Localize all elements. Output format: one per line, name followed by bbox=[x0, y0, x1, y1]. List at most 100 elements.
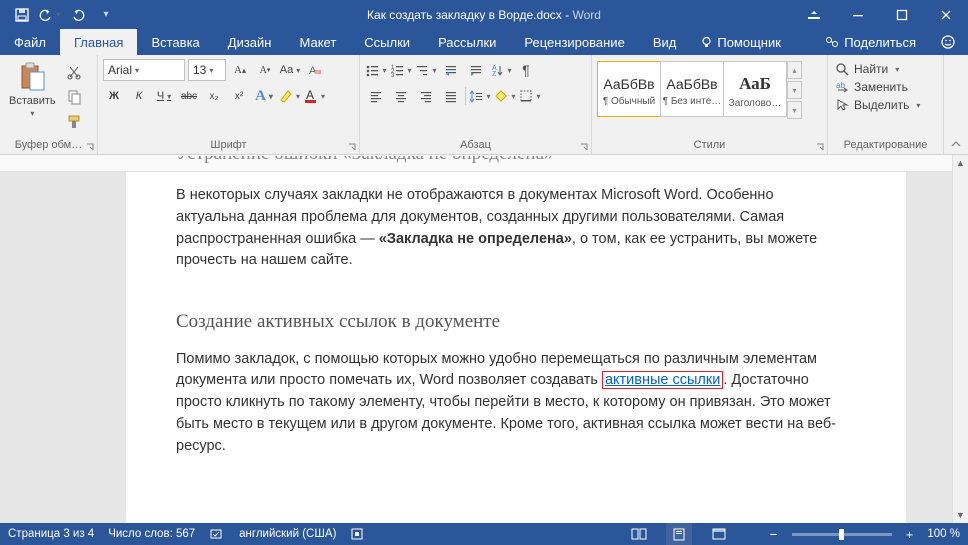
zoom-out-icon[interactable]: − bbox=[770, 526, 778, 542]
read-mode-icon[interactable] bbox=[626, 523, 652, 545]
styles-scroll-up-icon[interactable]: ▴ bbox=[787, 61, 802, 79]
tab-view[interactable]: Вид bbox=[639, 29, 691, 55]
paragraph[interactable]: В некоторых случаях закладки не отобража… bbox=[176, 185, 846, 272]
bullets-icon[interactable] bbox=[365, 59, 387, 81]
hyperlink[interactable]: активные ссылки bbox=[602, 371, 723, 389]
tab-insert[interactable]: Вставка bbox=[137, 29, 213, 55]
underline-button[interactable]: Ч bbox=[153, 85, 175, 107]
font-name-combo[interactable]: Arial bbox=[103, 59, 185, 81]
shrink-font-icon[interactable]: A▾ bbox=[254, 59, 276, 81]
italic-button[interactable]: К bbox=[128, 85, 150, 107]
justify-icon[interactable] bbox=[440, 85, 462, 107]
group-clipboard: Вставить ▾ Буфер обм… bbox=[0, 55, 98, 154]
redo-icon[interactable] bbox=[64, 0, 92, 29]
vertical-scrollbar[interactable]: ▲ ▼ bbox=[952, 155, 968, 523]
heading[interactable]: Создание активных ссылок в документе bbox=[176, 308, 846, 337]
strikethrough-button[interactable]: abc bbox=[178, 85, 200, 107]
save-icon[interactable] bbox=[8, 0, 36, 29]
collapse-ribbon-icon[interactable] bbox=[944, 55, 968, 154]
heading-cutoff: Устранение ошибки «Закладка не определен… bbox=[176, 156, 846, 168]
group-label: Шрифт bbox=[210, 139, 246, 151]
tab-design[interactable]: Дизайн bbox=[214, 29, 286, 55]
line-spacing-icon[interactable] bbox=[469, 85, 491, 107]
tab-home[interactable]: Главная bbox=[60, 29, 137, 55]
borders-icon[interactable] bbox=[519, 85, 541, 107]
sort-icon[interactable]: AZ bbox=[490, 59, 512, 81]
scroll-up-icon[interactable]: ▲ bbox=[953, 155, 968, 171]
font-color-icon[interactable]: A bbox=[303, 85, 325, 107]
group-label: Редактирование bbox=[844, 139, 928, 151]
document-filename: Как создать закладку в Ворде.docx bbox=[367, 8, 562, 22]
style-normal[interactable]: АаБбВв¶ Обычный bbox=[597, 61, 661, 117]
decrease-indent-icon[interactable] bbox=[440, 59, 462, 81]
grow-font-icon[interactable]: A▴ bbox=[229, 59, 251, 81]
maximize-icon[interactable] bbox=[880, 0, 924, 29]
tell-me[interactable]: Помощник bbox=[690, 29, 791, 55]
superscript-button[interactable]: x² bbox=[228, 85, 250, 107]
cut-icon[interactable] bbox=[63, 61, 85, 83]
tab-review[interactable]: Рецензирование bbox=[510, 29, 638, 55]
change-case-icon[interactable]: Aa bbox=[279, 59, 301, 81]
text-effects-icon[interactable]: A bbox=[253, 85, 275, 107]
page: Устранение ошибки «Закладка не определен… bbox=[126, 155, 906, 523]
style-heading1[interactable]: АаБЗаголово… bbox=[723, 61, 787, 117]
paste-icon bbox=[16, 61, 48, 93]
styles-scroll-down-icon[interactable]: ▾ bbox=[787, 81, 802, 99]
group-styles: АаБбВв¶ Обычный АаБбВв¶ Без инте… АаБЗаг… bbox=[592, 55, 828, 154]
group-label: Стили bbox=[694, 139, 726, 151]
dialog-launcher-icon[interactable] bbox=[85, 142, 95, 152]
svg-text:Z: Z bbox=[492, 71, 497, 77]
copy-icon[interactable] bbox=[63, 86, 85, 108]
align-left-icon[interactable] bbox=[365, 85, 387, 107]
web-layout-icon[interactable] bbox=[706, 523, 732, 545]
clear-format-icon[interactable]: A bbox=[304, 59, 326, 81]
numbering-icon[interactable]: 123 bbox=[390, 59, 412, 81]
print-layout-icon[interactable] bbox=[666, 523, 692, 545]
shading-icon[interactable] bbox=[494, 85, 516, 107]
increase-indent-icon[interactable] bbox=[465, 59, 487, 81]
format-painter-icon[interactable] bbox=[63, 111, 85, 133]
highlight-icon[interactable] bbox=[278, 85, 300, 107]
dialog-launcher-icon[interactable] bbox=[579, 142, 589, 152]
style-no-spacing[interactable]: АаБбВв¶ Без инте… bbox=[660, 61, 724, 117]
qat-dropdown-icon[interactable]: ▾ bbox=[92, 0, 120, 29]
paragraph[interactable]: Помимо закладок, с помощью которых можно… bbox=[176, 349, 846, 458]
word-count[interactable]: Число слов: 567 bbox=[108, 528, 195, 540]
zoom-level[interactable]: 100 % bbox=[927, 528, 960, 540]
align-right-icon[interactable] bbox=[415, 85, 437, 107]
bold-button[interactable]: Ж bbox=[103, 85, 125, 107]
page-indicator[interactable]: Страница 3 из 4 bbox=[8, 528, 94, 540]
ribbon-options-icon[interactable] bbox=[792, 0, 836, 29]
macro-icon[interactable] bbox=[350, 527, 364, 541]
feedback-icon[interactable] bbox=[928, 34, 968, 50]
scroll-down-icon[interactable]: ▼ bbox=[953, 507, 968, 523]
show-marks-icon[interactable]: ¶ bbox=[515, 59, 537, 81]
share-button[interactable]: Поделиться bbox=[813, 35, 928, 50]
share-icon bbox=[825, 35, 839, 49]
styles-more-icon[interactable]: ▾ bbox=[787, 101, 802, 119]
minimize-icon[interactable] bbox=[836, 0, 880, 29]
tab-layout[interactable]: Макет bbox=[285, 29, 350, 55]
tab-file[interactable]: Файл bbox=[0, 29, 60, 55]
zoom-slider[interactable] bbox=[792, 533, 892, 536]
find-button[interactable]: Найти▾ bbox=[833, 61, 922, 77]
group-font: Arial 13 A▴ A▾ Aa A Ж К Ч abc x₂ x² A A … bbox=[98, 55, 360, 154]
font-size-combo[interactable]: 13 bbox=[188, 59, 226, 81]
dialog-launcher-icon[interactable] bbox=[347, 142, 357, 152]
tab-mailings[interactable]: Рассылки bbox=[424, 29, 510, 55]
subscript-button[interactable]: x₂ bbox=[203, 85, 225, 107]
multilevel-list-icon[interactable] bbox=[415, 59, 437, 81]
zoom-in-icon[interactable]: + bbox=[906, 527, 914, 542]
select-button[interactable]: Выделить▾ bbox=[833, 97, 922, 113]
tab-references[interactable]: Ссылки bbox=[350, 29, 424, 55]
document-canvas[interactable]: Устранение ошибки «Закладка не определен… bbox=[0, 155, 952, 523]
spellcheck-icon[interactable] bbox=[209, 527, 225, 541]
undo-icon[interactable] bbox=[36, 0, 64, 29]
paste-button[interactable]: Вставить ▾ bbox=[5, 59, 60, 120]
language-indicator[interactable]: английский (США) bbox=[239, 528, 336, 540]
dialog-launcher-icon[interactable] bbox=[815, 142, 825, 152]
replace-icon: ab bbox=[835, 80, 849, 94]
close-icon[interactable] bbox=[924, 0, 968, 29]
replace-button[interactable]: abЗаменить bbox=[833, 79, 922, 95]
align-center-icon[interactable] bbox=[390, 85, 412, 107]
